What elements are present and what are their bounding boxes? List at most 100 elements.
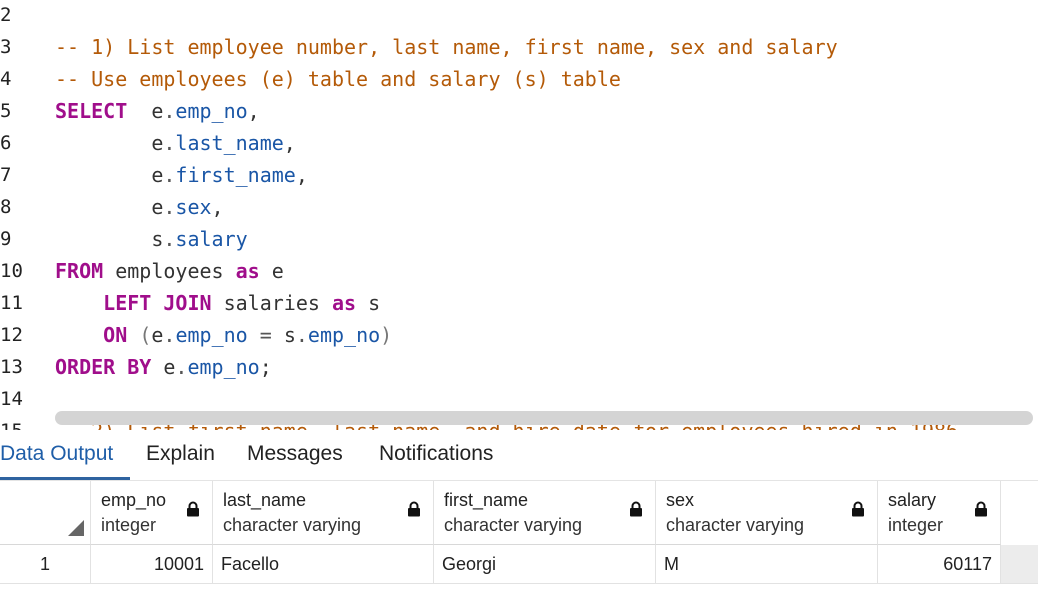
code-token: salary <box>175 227 248 251</box>
column-header-last-name[interactable]: last_name character varying <box>213 481 434 545</box>
code-token: . <box>163 99 176 123</box>
code-token: . <box>295 323 308 347</box>
line-number: 13 <box>0 356 23 378</box>
row-number[interactable]: 1 <box>0 545 91 583</box>
lock-icon <box>629 501 643 517</box>
code-token: , <box>283 131 296 155</box>
corner-triangle-icon <box>68 520 84 536</box>
code-token: s <box>55 227 164 251</box>
code-token: e <box>259 259 284 283</box>
code-token: = <box>247 323 284 347</box>
lock-icon <box>851 501 865 517</box>
horizontal-scrollbar[interactable] <box>55 411 1033 425</box>
lock-icon <box>974 501 988 517</box>
code-line[interactable]: e.last_name, <box>55 131 296 155</box>
results-tab-bar: Data Output Explain Messages Notificatio… <box>0 430 1038 481</box>
line-number: 5 <box>0 100 12 122</box>
code-token: . <box>163 163 176 187</box>
line-number: 3 <box>0 36 12 58</box>
column-header-emp-no[interactable]: emp_nointeger <box>91 481 213 545</box>
tab-notifications[interactable]: Notifications <box>379 442 493 466</box>
tab-explain[interactable]: Explain <box>146 442 215 466</box>
code-token: ORDER BY <box>55 355 152 379</box>
line-number: 9 <box>0 228 12 250</box>
code-line[interactable]: SELECT e.emp_no, <box>55 99 260 123</box>
code-token: . <box>163 323 176 347</box>
code-line[interactable]: e.first_name, <box>55 163 308 187</box>
code-token: . <box>163 195 176 219</box>
code-token: emp_no <box>175 99 248 123</box>
code-token: LEFT JOIN <box>103 291 212 315</box>
tab-data-output[interactable]: Data Output <box>0 442 113 466</box>
line-number-gutter: 2 3 4 5 6 7 8 9 10 11 12 13 14 15 <box>0 0 46 430</box>
code-token: e <box>151 323 164 347</box>
data-output-grid: emp_no integer last_name character varying f… <box>0 481 1038 589</box>
code-line[interactable]: ORDER BY e.emp_no; <box>55 355 272 379</box>
code-token: s <box>356 291 381 315</box>
cell-sex[interactable]: M <box>656 545 878 583</box>
column-type: character varying <box>666 515 805 535</box>
code-token: -- Use employees (e) table and salary (s… <box>55 67 621 91</box>
lock-icon <box>186 501 200 517</box>
line-number: 12 <box>0 324 23 346</box>
code-token: , <box>295 163 308 187</box>
code-token: s <box>283 323 296 347</box>
code-line[interactable]: -- 1) List employee number, last name, f… <box>55 35 838 59</box>
code-line[interactable]: FROM employees as e <box>55 259 284 283</box>
tab-messages[interactable]: Messages <box>247 442 343 466</box>
line-number: 10 <box>0 260 23 282</box>
column-name: salary <box>888 490 937 510</box>
line-number: 4 <box>0 68 12 90</box>
column-header-sex[interactable]: sex character varying <box>656 481 878 545</box>
line-number: 15 <box>0 420 32 430</box>
column-type: integer <box>101 515 157 535</box>
column-header-salary[interactable]: salary integer <box>878 481 1001 545</box>
column-type: integer <box>888 515 944 535</box>
active-tab-indicator <box>0 477 130 480</box>
line-number: 6 <box>0 132 12 154</box>
cell-last-name[interactable]: Facello <box>213 545 434 583</box>
code-token: e <box>55 131 164 155</box>
code-token: . <box>175 355 188 379</box>
code-token: ; <box>259 355 272 379</box>
column-header-first-name[interactable]: first_name character varying <box>434 481 656 545</box>
code-line[interactable]: -- Use employees (e) table and salary (s… <box>55 67 621 91</box>
code-token: salaries <box>211 291 332 315</box>
code-token: SELECT <box>55 99 128 123</box>
code-token: . <box>163 131 176 155</box>
column-name: sex <box>666 490 695 510</box>
code-line[interactable]: e.sex, <box>55 195 223 219</box>
code-token: ON <box>103 323 128 347</box>
code-token: emp_no <box>307 323 381 347</box>
code-line[interactable]: s.salary <box>55 227 248 251</box>
column-type: character varying <box>223 515 362 535</box>
code-token: e <box>55 163 164 187</box>
line-number: 11 <box>0 292 23 314</box>
sql-editor[interactable]: 2 3 4 5 6 7 8 9 10 11 12 13 14 15 -- 1) List employee… <box>0 0 1038 430</box>
line-number: 8 <box>0 196 12 218</box>
code-token: , <box>247 99 260 123</box>
code-token: . <box>163 227 176 251</box>
code-token: first_name <box>175 163 296 187</box>
column-type: character varying <box>444 515 583 535</box>
code-token: ( <box>139 323 152 347</box>
cell-emp-no[interactable]: 10001 <box>91 545 213 583</box>
cell-salary[interactable]: 60117 <box>878 545 1001 583</box>
code-token: last_name <box>175 131 284 155</box>
code-token: emp_no <box>187 355 260 379</box>
cell-first-name[interactable]: Georgi <box>434 545 656 583</box>
line-number: 14 <box>0 388 23 410</box>
grid-filler <box>1001 545 1038 583</box>
code-line[interactable]: LEFT JOIN salaries as s <box>55 291 380 315</box>
code-token: sex <box>175 195 212 219</box>
code-token: -- 1) List employee number, last name, f… <box>55 35 838 59</box>
code-token: e <box>55 195 164 219</box>
column-name: emp_no <box>101 490 167 510</box>
lock-icon <box>407 501 421 517</box>
table-row[interactable]: 1 10001 Facello Georgi M 60117 <box>0 545 1038 584</box>
select-all-corner[interactable] <box>0 481 91 545</box>
code-line[interactable]: ON (e.emp_no = s.emp_no) <box>55 323 392 347</box>
